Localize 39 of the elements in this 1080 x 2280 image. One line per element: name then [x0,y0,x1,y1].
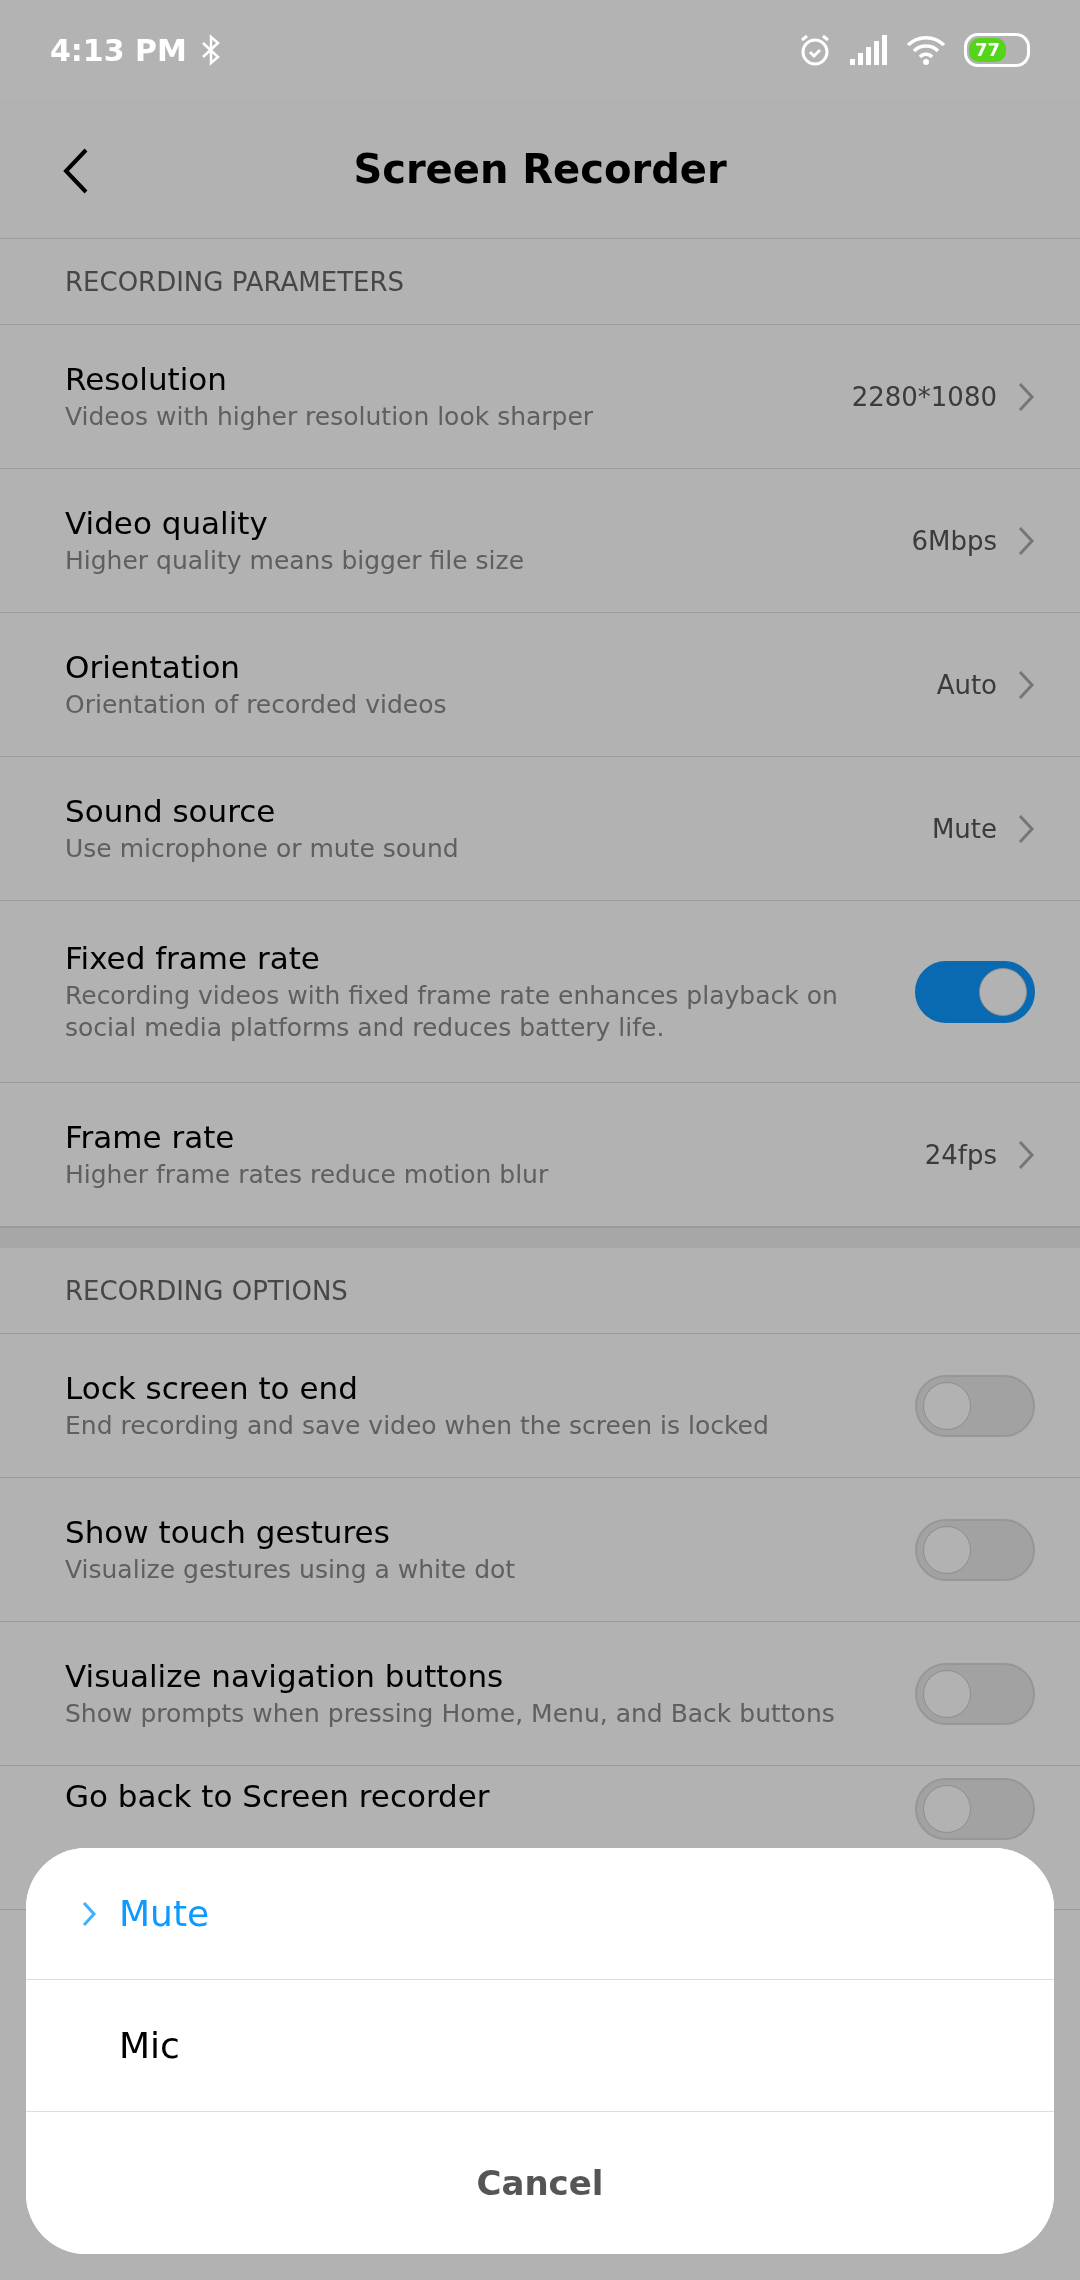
setting-value: 24fps [924,1139,997,1170]
setting-title[interactable]: Sound source [65,792,912,829]
setting-title[interactable]: Video quality [65,504,892,541]
chevron-right-icon [1017,380,1035,413]
battery-icon: 77 [964,33,1030,67]
page-title: Screen Recorder [353,146,727,192]
setting-value: Mute [931,813,997,844]
chevron-right-icon [1017,524,1035,557]
setting-description: Higher quality means bigger file size [65,544,526,577]
chevron-right-icon [1017,812,1035,845]
setting-title[interactable]: Go back to Screen recorder [65,1778,895,1814]
section-header: RECORDING OPTIONS [0,1248,1080,1334]
setting-description: Show prompts when pressing Home, Menu, and Back buttons [65,1697,836,1730]
setting-description: End recording and save video when the screen is locked [65,1409,770,1442]
setting-title[interactable]: Resolution [65,360,832,397]
alarm-icon [798,33,832,67]
setting-title[interactable]: Visualize navigation buttons [65,1657,895,1694]
setting-title[interactable]: Frame rate [65,1118,905,1155]
setting-description: Higher frame rates reduce motion blur [65,1158,550,1191]
chevron-right-icon [1017,1138,1035,1171]
section-header: RECORDING PARAMETERS [0,239,1080,325]
setting-value: Auto [936,669,997,700]
setting-title[interactable]: Show touch gestures [65,1513,895,1550]
setting-description: Videos with higher resolution look sharper [65,400,595,433]
chevron-right-icon [81,1899,97,1928]
chevron-right-icon [1017,668,1035,701]
signal-icon [850,35,888,65]
setting-title[interactable]: Orientation [65,648,917,685]
setting-title[interactable]: Lock screen to end [65,1369,895,1406]
setting-value: 2280*1080 [851,381,997,412]
setting-description: Visualize gestures using a white dot [65,1553,517,1586]
setting-title[interactable]: Fixed frame rate [65,939,895,976]
setting-description: Use microphone or mute sound [65,832,460,865]
bluetooth-icon [200,34,221,66]
status-time: 4:13 PM [50,32,187,68]
setting-description: Recording videos with fixed frame rate enhances playback on social media platforms and reduces battery life. [65,979,839,1044]
setting-description: Orientation of recorded videos [65,688,448,721]
wifi-icon [906,35,946,65]
setting-value: 6Mbps [911,525,997,556]
